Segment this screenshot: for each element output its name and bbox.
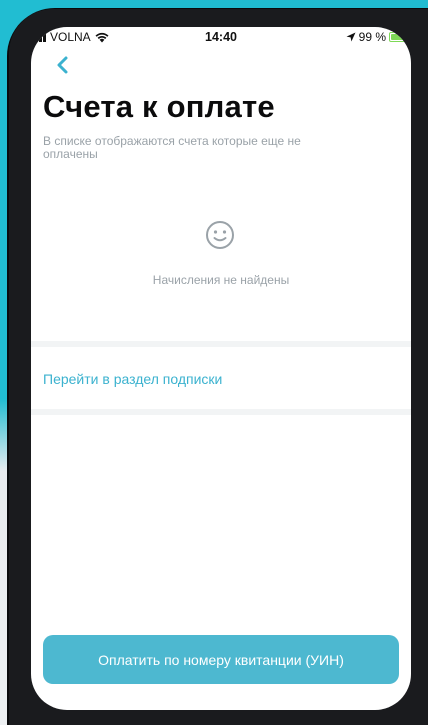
location-arrow-icon — [346, 32, 356, 42]
page-title: Счета к оплате — [43, 89, 275, 124]
empty-state-message: Начисления не найдены — [152, 273, 290, 287]
battery-icon — [389, 32, 409, 42]
smiley-icon — [206, 221, 234, 249]
status-bar: VOLNA 14:40 99 % — [31, 27, 411, 47]
section-divider — [31, 341, 411, 347]
subscriptions-link[interactable]: Перейти в раздел подписки — [43, 371, 222, 387]
pay-by-uin-button[interactable]: Оплатить по номеру квитанции (УИН) — [43, 635, 399, 684]
back-button[interactable] — [53, 55, 73, 75]
battery-percent: 99 % — [358, 30, 386, 44]
section-divider — [31, 409, 411, 415]
page-subtitle: В списке отображаются счета которые еще … — [43, 134, 301, 161]
app-screen: VOLNA 14:40 99 % Счета к оплате В списке… — [31, 27, 411, 710]
status-right: 99 % — [346, 30, 409, 44]
